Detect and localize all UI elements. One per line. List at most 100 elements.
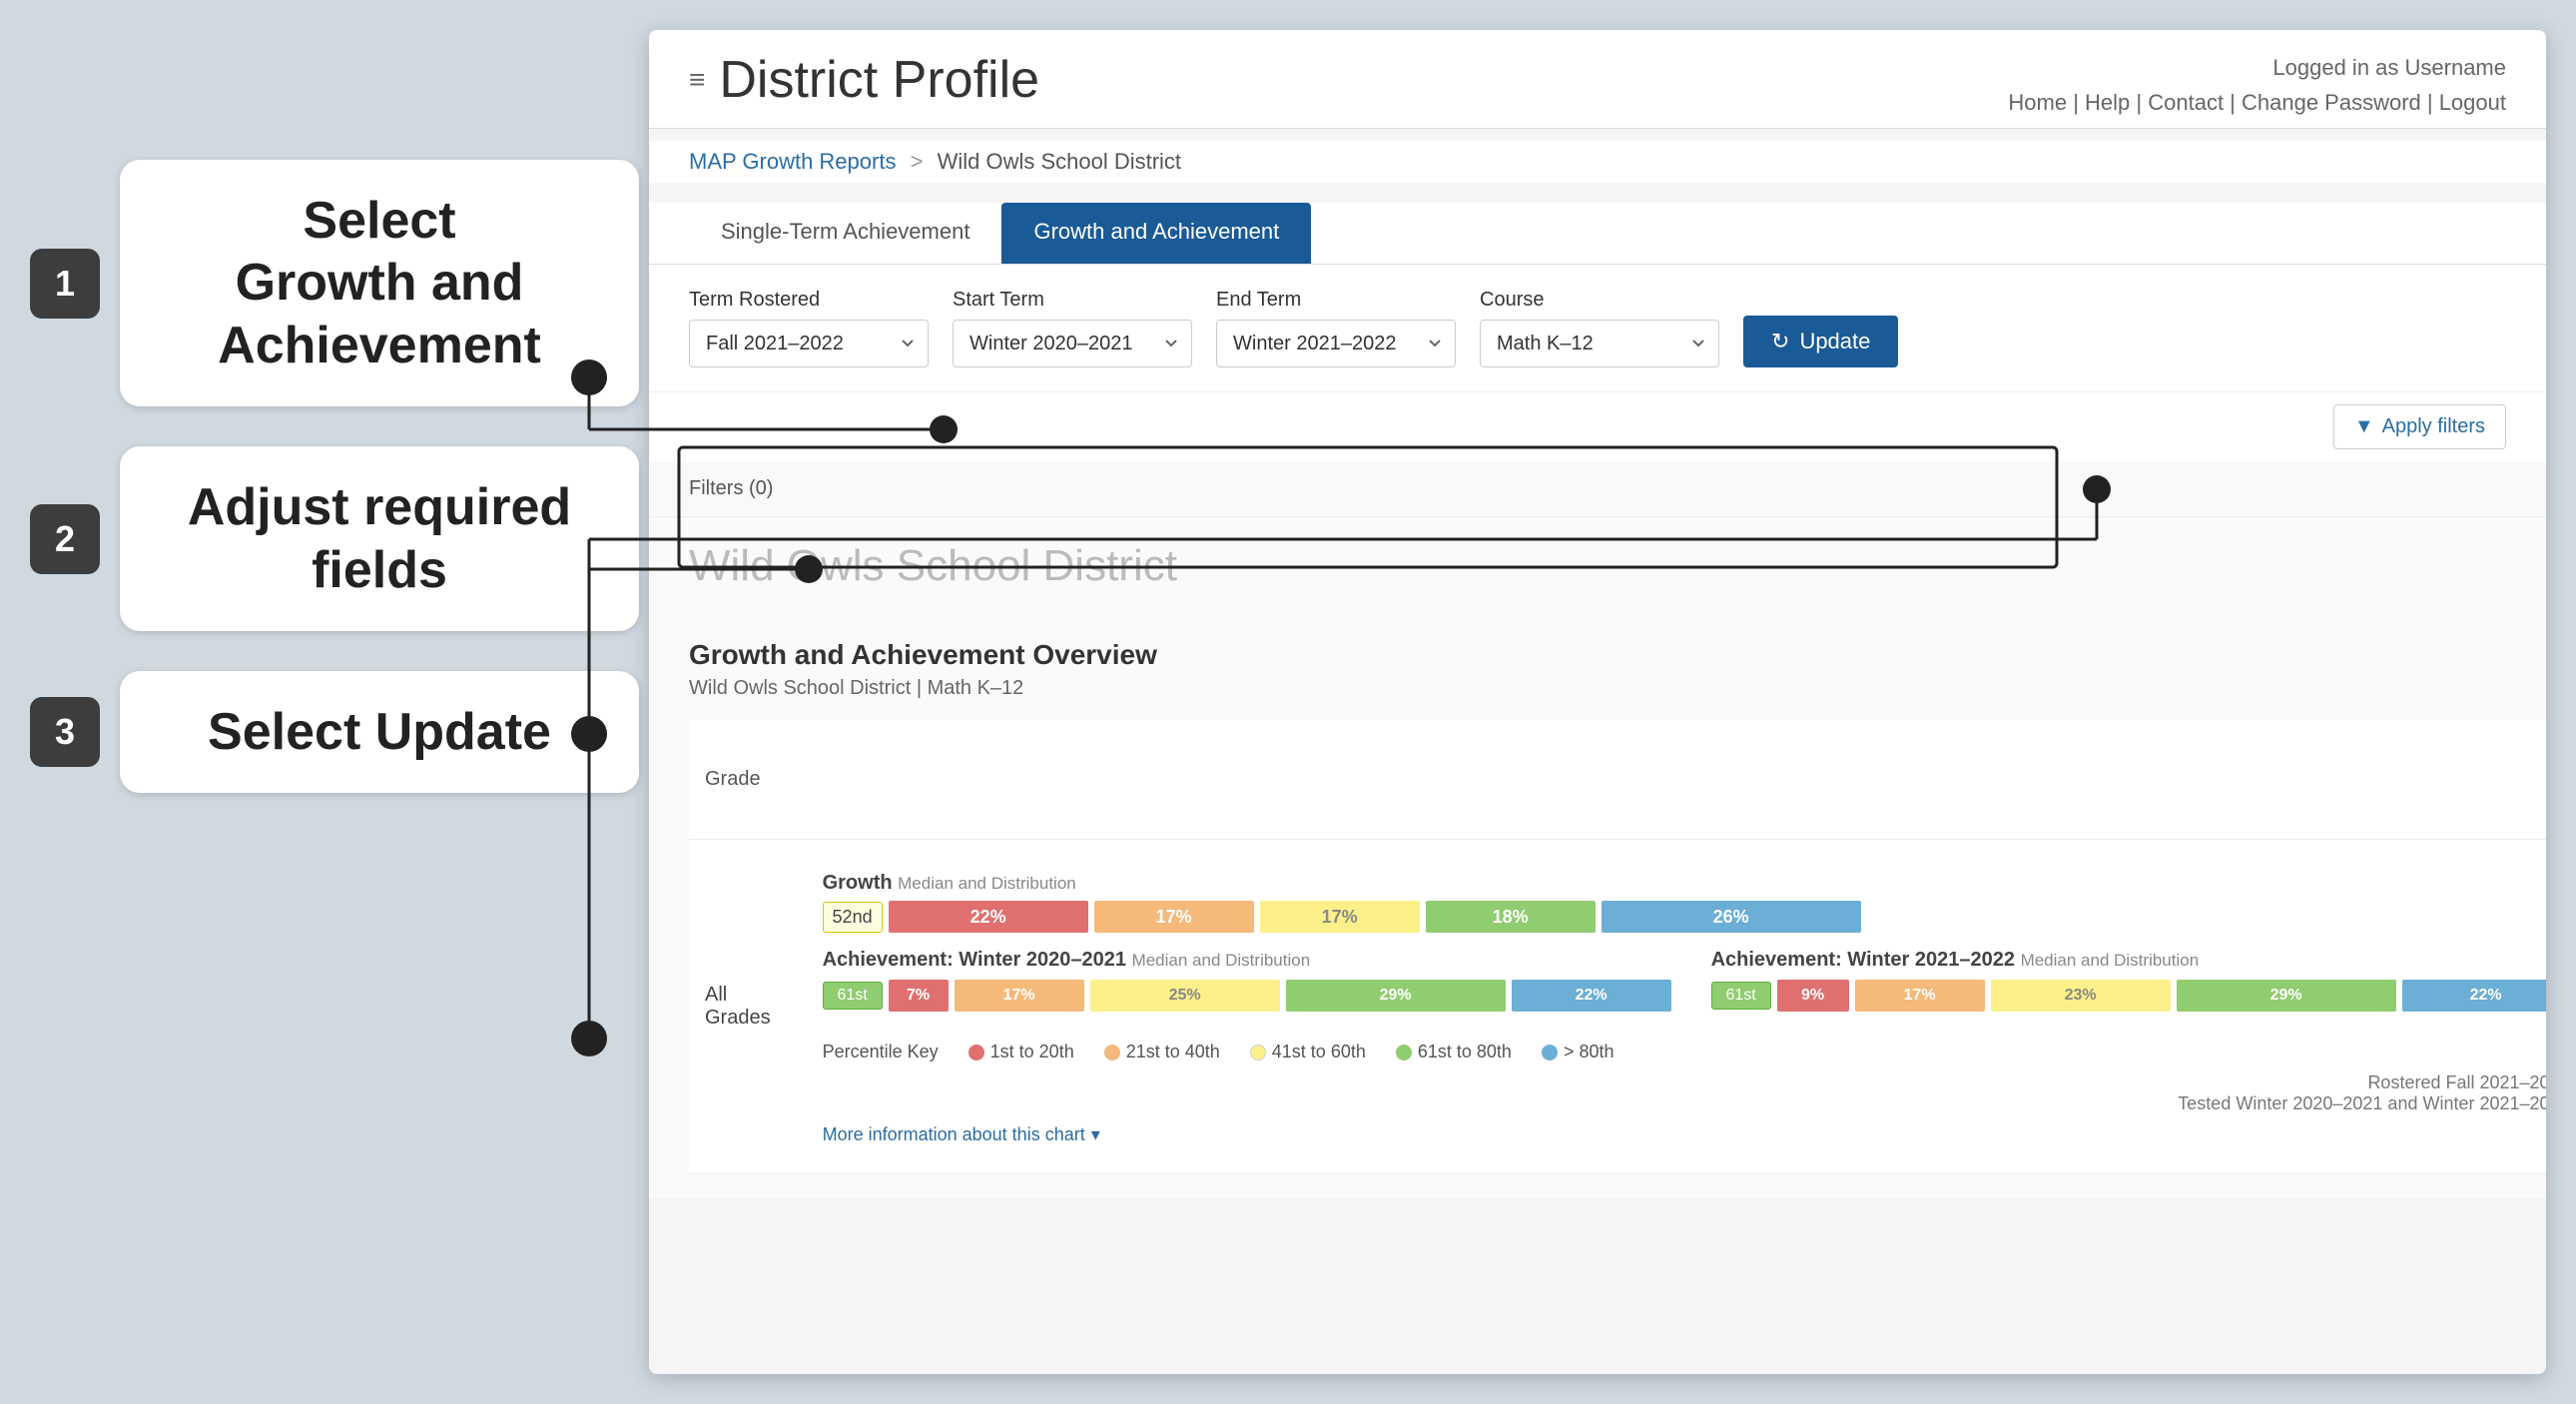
filters-count-row: Filters (0)	[649, 461, 2546, 517]
app-header: ≡ District Profile Logged in as Username…	[649, 30, 2546, 129]
filter-group-start-term: Start Term Winter 2020–2021	[953, 289, 1192, 367]
key-item-5: > 80th	[1542, 1042, 1614, 1062]
term-rostered-select[interactable]: Fall 2021–2022	[689, 320, 929, 367]
tabs-row: Single-Term Achievement Growth and Achie…	[649, 203, 2546, 265]
section-title: Growth and Achievement Overview	[689, 639, 2506, 671]
chart-cell: Growth Median and Distribution 52nd 22% …	[787, 840, 2546, 1174]
nav-links[interactable]: Home | Help | Contact | Change Password …	[2008, 85, 2506, 120]
ach2021-seg-3: 23%	[1991, 980, 2171, 1012]
growth-label: Growth Median and Distribution	[823, 872, 2546, 895]
filter-group-course: Course Math K–12	[1480, 289, 1719, 367]
section-subtitle: Wild Owls School District | Math K–12	[689, 677, 2506, 700]
page-title: District Profile	[719, 50, 1039, 110]
tab-growth-and-achievement[interactable]: Growth and Achievement	[1001, 203, 1311, 264]
term-rostered-label: Term Rostered	[689, 289, 929, 312]
step-3-title: Select Update	[160, 701, 599, 763]
step-3-box: Select Update	[120, 671, 639, 793]
content-area: Growth and Achievement Overview Wild Owl…	[649, 615, 2546, 1198]
breadcrumb-separator: >	[911, 149, 924, 174]
filters-row: Term Rostered Fall 2021–2022 Start Term …	[649, 265, 2546, 392]
percentile-key: Percentile Key 1st to 20th 21st to 40th	[823, 1042, 2546, 1062]
filter-group-end-term: End Term Winter 2021–2022	[1216, 289, 1456, 367]
growth-seg-3: 17%	[1260, 901, 1420, 933]
tab-single-term-achievement[interactable]: Single-Term Achievement	[689, 203, 1001, 264]
achievement-2020-block: Achievement: Winter 2020–2021 Median and…	[823, 949, 1671, 1022]
growth-seg-1: 22%	[889, 901, 1088, 933]
growth-chart: Growth Median and Distribution 52nd 22% …	[803, 856, 2546, 1161]
footer-tested: Tested Winter 2020–2021 and Winter 2021–…	[2178, 1093, 2546, 1114]
achievement-2020-bar-row: 61st 7% 17% 25% 29% 22%	[823, 980, 1671, 1012]
course-select[interactable]: Math K–12	[1480, 320, 1719, 367]
achievement-2021-bar-row: 61st 9% 17% 23% 29% 22%	[1711, 980, 2546, 1012]
step-2-title: Adjust requiredfields	[160, 476, 599, 601]
breadcrumb-link[interactable]: MAP Growth Reports	[689, 149, 896, 174]
ach2021-seg-1: 9%	[1777, 980, 1849, 1012]
header-title-row: ≡ District Profile	[689, 50, 1039, 110]
chart-col-header	[787, 720, 2546, 840]
growth-seg-4: 18%	[1426, 901, 1596, 933]
achievement-section: Achievement: Winter 2020–2021 Median and…	[823, 949, 2546, 1022]
achievement-2020-median: 61st	[823, 982, 883, 1010]
key-item-1: 1st to 20th	[968, 1042, 1074, 1062]
achievement-2021-block: Achievement: Winter 2021–2022 Median and…	[1711, 949, 2546, 1022]
achievement-2021-title: Achievement: Winter 2021–2022 Median and…	[1711, 949, 2546, 972]
achievement-2021-median: 61st	[1711, 982, 1771, 1010]
apply-filters-label: Apply filters	[2382, 415, 2485, 438]
key-item-4: 61st to 80th	[1396, 1042, 1512, 1062]
step-1-title: SelectGrowth andAchievement	[160, 190, 599, 376]
course-label: Course	[1480, 289, 1719, 312]
chevron-down-icon: ▾	[1091, 1124, 1100, 1145]
footer-row: Rostered Fall 2021–2022 Tested Winter 20…	[823, 1072, 2546, 1114]
hamburger-icon[interactable]: ≡	[689, 64, 705, 96]
breadcrumb: MAP Growth Reports > Wild Owls School Di…	[649, 141, 2546, 183]
apply-filters-row: ▼ Apply filters	[649, 392, 2546, 461]
ach2020-seg-2: 17%	[955, 980, 1084, 1012]
step-2-number: 2	[30, 504, 100, 574]
ach2021-seg-5: 22%	[2402, 980, 2546, 1012]
logged-in-text: Logged in as Username	[2008, 50, 2506, 85]
grade-col-header: Grade	[689, 720, 787, 840]
growth-bar-row: 52nd 22% 17% 17% 18% 26%	[823, 901, 2546, 933]
step-1-number: 1	[30, 249, 100, 319]
key-item-3: 41st to 60th	[1250, 1042, 1366, 1062]
district-name: Wild Owls School District	[649, 517, 2546, 615]
ach2020-seg-3: 25%	[1090, 980, 1280, 1012]
end-term-label: End Term	[1216, 289, 1456, 312]
header-top: ≡ District Profile Logged in as Username…	[689, 50, 2506, 120]
table-row: All Grades Growth Median and Distributio…	[689, 840, 2546, 1174]
ach2020-seg-4: 29%	[1286, 980, 1506, 1012]
filter-group-term-rostered: Term Rostered Fall 2021–2022	[689, 289, 929, 367]
step-2-box: Adjust requiredfields	[120, 446, 639, 631]
growth-seg-2: 17%	[1094, 901, 1254, 933]
step-3-item: 3 Select Update	[30, 671, 639, 793]
update-icon: ↻	[1771, 329, 1789, 354]
instruction-panel: 1 SelectGrowth andAchievement 2 Adjust r…	[30, 160, 639, 793]
key-item-2: 21st to 40th	[1104, 1042, 1220, 1062]
end-term-select[interactable]: Winter 2021–2022	[1216, 320, 1456, 367]
growth-seg-5: 26%	[1602, 901, 1861, 933]
header-right: Logged in as Username Home | Help | Cont…	[2008, 50, 2506, 120]
step-1-item: 1 SelectGrowth andAchievement	[30, 160, 639, 406]
ach2020-seg-1: 7%	[889, 980, 949, 1012]
app-container: ≡ District Profile Logged in as Username…	[649, 30, 2546, 1374]
more-info-link[interactable]: More information about this chart ▾	[823, 1124, 2546, 1145]
breadcrumb-current: Wild Owls School District	[938, 149, 1181, 174]
filters-count: Filters (0)	[689, 477, 773, 499]
update-label: Update	[1799, 329, 1870, 354]
start-term-select[interactable]: Winter 2020–2021	[953, 320, 1192, 367]
key-label: Percentile Key	[823, 1042, 939, 1062]
start-term-label: Start Term	[953, 289, 1192, 312]
update-button[interactable]: ↻ Update	[1743, 316, 1898, 367]
footer-rostered: Rostered Fall 2021–2022	[2178, 1072, 2546, 1093]
all-grades-label: All Grades	[689, 840, 787, 1174]
apply-filters-button[interactable]: ▼ Apply filters	[2333, 404, 2506, 449]
ach2020-seg-5: 22%	[1512, 980, 1671, 1012]
filter-icon: ▼	[2354, 415, 2374, 438]
data-table: Grade Number of Students ⓘ All Grades	[689, 720, 2546, 1174]
growth-median: 52nd	[823, 902, 883, 933]
step-2-item: 2 Adjust requiredfields	[30, 446, 639, 631]
step-1-box: SelectGrowth andAchievement	[120, 160, 639, 406]
footer-rostered-tested: Rostered Fall 2021–2022 Tested Winter 20…	[2178, 1072, 2546, 1114]
achievement-2020-title: Achievement: Winter 2020–2021 Median and…	[823, 949, 1671, 972]
ach2021-seg-2: 17%	[1855, 980, 1985, 1012]
